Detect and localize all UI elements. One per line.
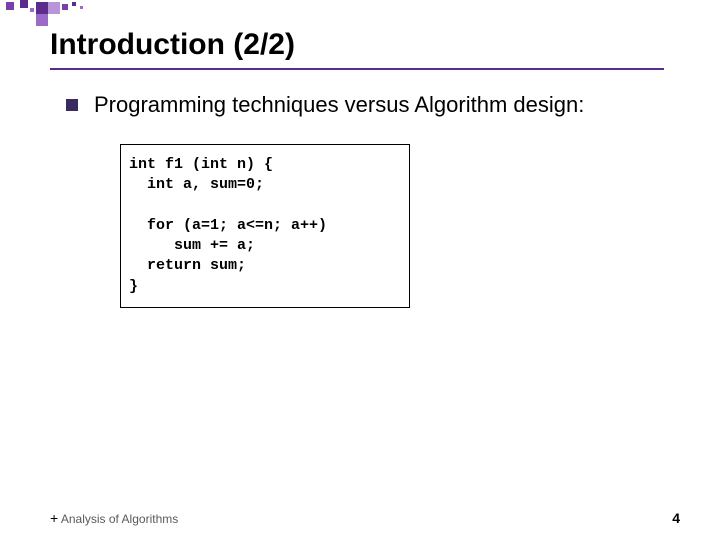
code-snippet: int f1 (int n) { int a, sum=0; for (a=1;…	[129, 155, 401, 297]
footer: + Analysis of Algorithms 4	[50, 510, 680, 526]
slide-corner-decoration	[0, 0, 120, 30]
square-bullet-icon	[66, 99, 78, 111]
bullet-item: Programming techniques versus Algorithm …	[66, 92, 584, 118]
footer-left: + Analysis of Algorithms	[50, 510, 178, 526]
slide-title: Introduction (2/2)	[50, 28, 295, 62]
bullet-text: Programming techniques versus Algorithm …	[94, 92, 584, 118]
page-number: 4	[672, 510, 680, 526]
title-underline	[50, 68, 664, 70]
code-box: int f1 (int n) { int a, sum=0; for (a=1;…	[120, 144, 410, 308]
footer-text: Analysis of Algorithms	[58, 512, 178, 526]
footer-plus: +	[50, 510, 58, 526]
